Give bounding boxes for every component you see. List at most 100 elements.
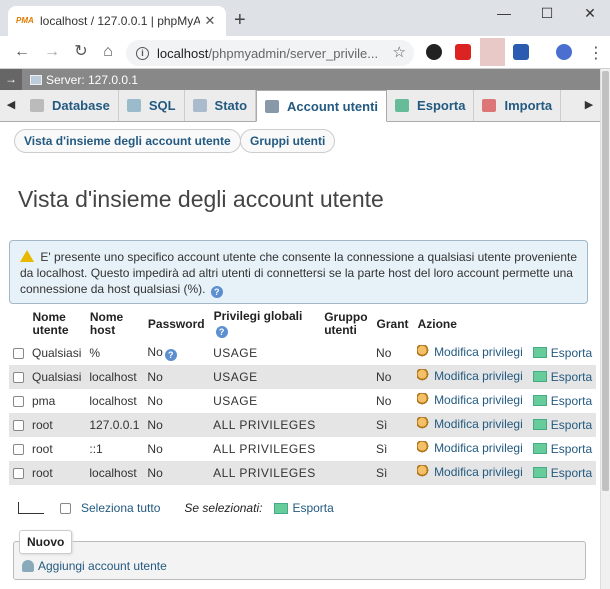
arrow-up-icon [18,502,44,514]
new-tab-button[interactable]: + [234,9,254,32]
back-arrow-icon[interactable]: ← [12,42,32,62]
column-header-privileges: Privilegi globali ? [209,307,321,341]
notice-text: E' presente uno specifico account utente… [20,250,577,296]
tab-status[interactable]: Stato [185,90,257,121]
edit-privileges-icon [417,369,431,383]
export-link[interactable]: Esporta [532,346,592,360]
help-icon[interactable]: ? [164,349,177,361]
export-link[interactable]: Esporta [532,394,592,408]
select-column-header [9,307,29,341]
export-icon [532,371,547,383]
minimize-button[interactable]: — [489,2,519,24]
top-menu: ◀ Database SQL Stato Account utenti Espo… [0,90,600,122]
action-cell: Modifica privilegi Esporta [413,461,597,485]
bookmark-star-icon[interactable]: ☆ [393,43,406,61]
scrollbar-thumb[interactable] [602,71,609,491]
table-row: root localhost No ALL PRIVILEGES Sì Modi… [9,461,597,485]
host-cell: localhost [85,365,144,389]
group-cell [319,365,373,389]
menu-kebab-icon[interactable]: ⋮ [588,43,604,63]
with-selected-label: Se selezionati: [184,501,263,515]
select-all-checkbox[interactable] [60,502,71,514]
edit-privileges-link[interactable]: Modifica privilegi [417,417,523,431]
page-scrollbar[interactable] [600,69,610,589]
export-icon [532,443,547,455]
tab-sql[interactable]: SQL [119,90,185,121]
edit-privileges-icon [417,417,431,431]
forward-arrow-icon[interactable]: → [42,42,62,62]
tab-user-accounts[interactable]: Account utenti [256,90,388,122]
group-cell [319,437,373,461]
row-checkbox[interactable] [13,348,24,360]
host-cell: localhost [85,389,144,413]
user-overview-button[interactable]: Vista d'insieme degli account utente [14,129,241,153]
browser-tab[interactable]: PMA localhost / 127.0.0.1 | phpMyAdmin ✕ [8,6,226,36]
grant-cell: Sì [372,437,414,461]
privileges-cell: USAGE [209,365,320,389]
tab-database[interactable]: Database [22,90,119,121]
add-user-link[interactable]: Aggiungi account utente [22,559,167,573]
export-link[interactable]: Esporta [532,466,592,480]
extension-icon[interactable] [455,44,471,60]
table-row: pma localhost No USAGE No Modifica privi… [9,389,597,413]
group-cell [319,413,373,437]
user-groups-button[interactable]: Gruppi utenti [240,129,336,153]
help-icon[interactable]: ? [210,286,223,298]
export-link[interactable]: Esporta [532,442,592,456]
reload-icon[interactable]: ↻ [71,42,91,62]
password-cell: No [143,365,210,389]
export-link[interactable]: Esporta [532,418,592,432]
column-header-group: Gruppo utenti [319,307,373,341]
action-cell: Modifica privilegi Esporta [413,413,597,437]
user-cell: root [28,437,86,461]
row-checkbox[interactable] [13,372,24,384]
select-all-label[interactable]: Seleziona tutto [81,501,160,515]
url-text: localhost/phpmyadmin/server_privile... [157,45,377,61]
edit-privileges-link[interactable]: Modifica privilegi [417,465,523,479]
edit-privileges-link[interactable]: Modifica privilegi [417,369,523,383]
tab-import[interactable]: Importa [474,90,562,121]
row-checkbox[interactable] [13,468,24,480]
tab-export[interactable]: Esporta [387,90,475,121]
home-icon[interactable]: ⌂ [98,42,118,62]
user-cell: pma [28,389,86,413]
help-icon[interactable]: ? [215,326,228,338]
edit-privileges-link[interactable]: Modifica privilegi [417,393,523,407]
password-cell: No [143,461,210,485]
bulk-export-link[interactable]: Esporta [274,501,334,515]
window-close-button[interactable]: ✕ [575,2,605,24]
column-header-action: Azione [413,307,597,341]
tab-close-icon[interactable]: ✕ [202,13,218,29]
row-checkbox[interactable] [13,444,24,456]
table-row: root 127.0.0.1 No ALL PRIVILEGES Sì Modi… [9,413,597,437]
export-link[interactable]: Esporta [532,370,592,384]
tab-scroll-left-icon[interactable]: ◀ [0,90,22,121]
host-cell: % [85,341,144,365]
edit-privileges-link[interactable]: Modifica privilegi [417,441,523,455]
privileges-cell: ALL PRIVILEGES [209,413,320,437]
grant-cell: Sì [372,461,414,485]
info-icon[interactable]: i [136,46,149,60]
server-icon [30,74,42,85]
action-cell: Modifica privilegi Esporta [413,389,597,413]
extension-icon[interactable] [513,44,529,60]
host-cell: localhost [85,461,144,485]
collapse-arrow-icon[interactable]: → [0,69,22,90]
row-checkbox[interactable] [13,396,24,408]
edit-privileges-link[interactable]: Modifica privilegi [417,345,523,359]
table-body: Qualsiasi % No? USAGE No Modifica privil… [9,341,597,485]
extension-icon[interactable] [480,38,505,66]
user-cell: root [28,461,86,485]
maximize-button[interactable]: ☐ [532,2,562,24]
row-checkbox[interactable] [13,420,24,432]
action-cell: Modifica privilegi Esporta [413,437,597,461]
grant-cell: No [372,341,414,365]
new-section-legend: Nuovo [19,530,73,554]
profile-avatar[interactable] [556,44,572,60]
address-bar[interactable]: i localhost/phpmyadmin/server_privile...… [126,40,414,66]
tab-scroll-right-icon[interactable]: ▶ [578,90,600,121]
extension-icon[interactable] [426,44,442,60]
table-row: Qualsiasi % No? USAGE No Modifica privil… [9,341,597,365]
browser-titlebar: PMA localhost / 127.0.0.1 | phpMyAdmin ✕… [0,0,610,36]
server-label[interactable]: Server: 127.0.0.1 [46,73,138,87]
